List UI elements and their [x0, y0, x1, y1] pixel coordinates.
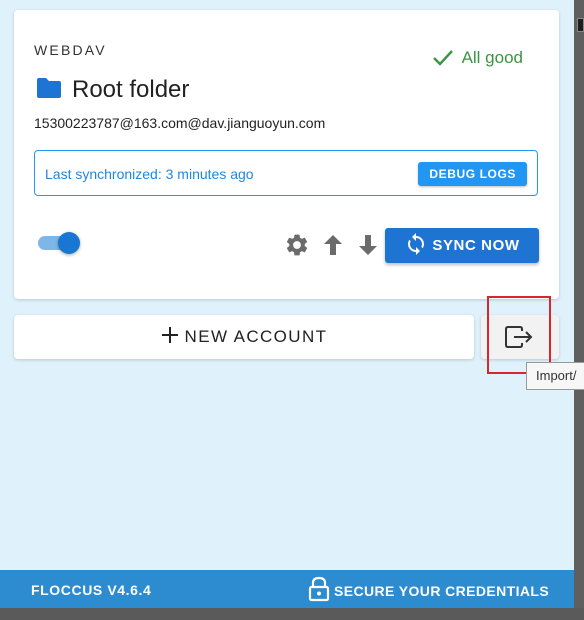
- new-account-label: NEW ACCOUNT: [184, 327, 328, 346]
- status-text: All good: [461, 48, 523, 67]
- check-icon: [432, 49, 454, 67]
- sync-status-box: Last synchronized: 3 minutes ago DEBUG L…: [34, 150, 538, 196]
- window-edge-notch: [577, 18, 584, 32]
- secure-credentials-label: SECURE YOUR CREDENTIALS: [334, 582, 550, 599]
- folder-icon: [36, 77, 62, 104]
- status-indicator: All good: [432, 48, 523, 68]
- new-account-button[interactable]: NEW ACCOUNT: [14, 315, 474, 359]
- sync-now-button[interactable]: SYNC NOW: [385, 228, 539, 263]
- account-enabled-toggle[interactable]: [36, 230, 84, 256]
- lock-icon: [308, 576, 330, 605]
- folder-title: Root folder: [72, 76, 190, 103]
- download-arrow-icon[interactable]: [357, 233, 379, 262]
- footer-bar: FLOCCUS V4.6.4 SECURE YOUR CREDENTIALS: [0, 570, 574, 608]
- window-edge: [574, 0, 584, 620]
- window-bottom-edge: [0, 608, 584, 620]
- sync-icon: [404, 232, 428, 260]
- debug-logs-button[interactable]: DEBUG LOGS: [418, 162, 527, 186]
- last-synchronized-text: Last synchronized: 3 minutes ago: [45, 166, 254, 182]
- plus-icon: [161, 326, 179, 349]
- folder-heading: Root folder: [36, 76, 189, 104]
- sync-now-label: SYNC NOW: [432, 237, 520, 254]
- account-email: 15300223787@163.com@dav.jianguoyun.com: [34, 115, 326, 131]
- version-label: FLOCCUS V4.6.4: [31, 582, 152, 598]
- account-type-label: WEBDAV: [34, 42, 107, 58]
- secure-credentials-link[interactable]: SECURE YOUR CREDENTIALS: [308, 576, 549, 605]
- account-card: WEBDAV All good Root folder 15300223787@…: [14, 10, 559, 299]
- toggle-thumb: [58, 232, 80, 254]
- import-tooltip: Import/: [526, 362, 584, 390]
- gear-icon[interactable]: [284, 232, 310, 263]
- upload-arrow-icon[interactable]: [322, 233, 344, 262]
